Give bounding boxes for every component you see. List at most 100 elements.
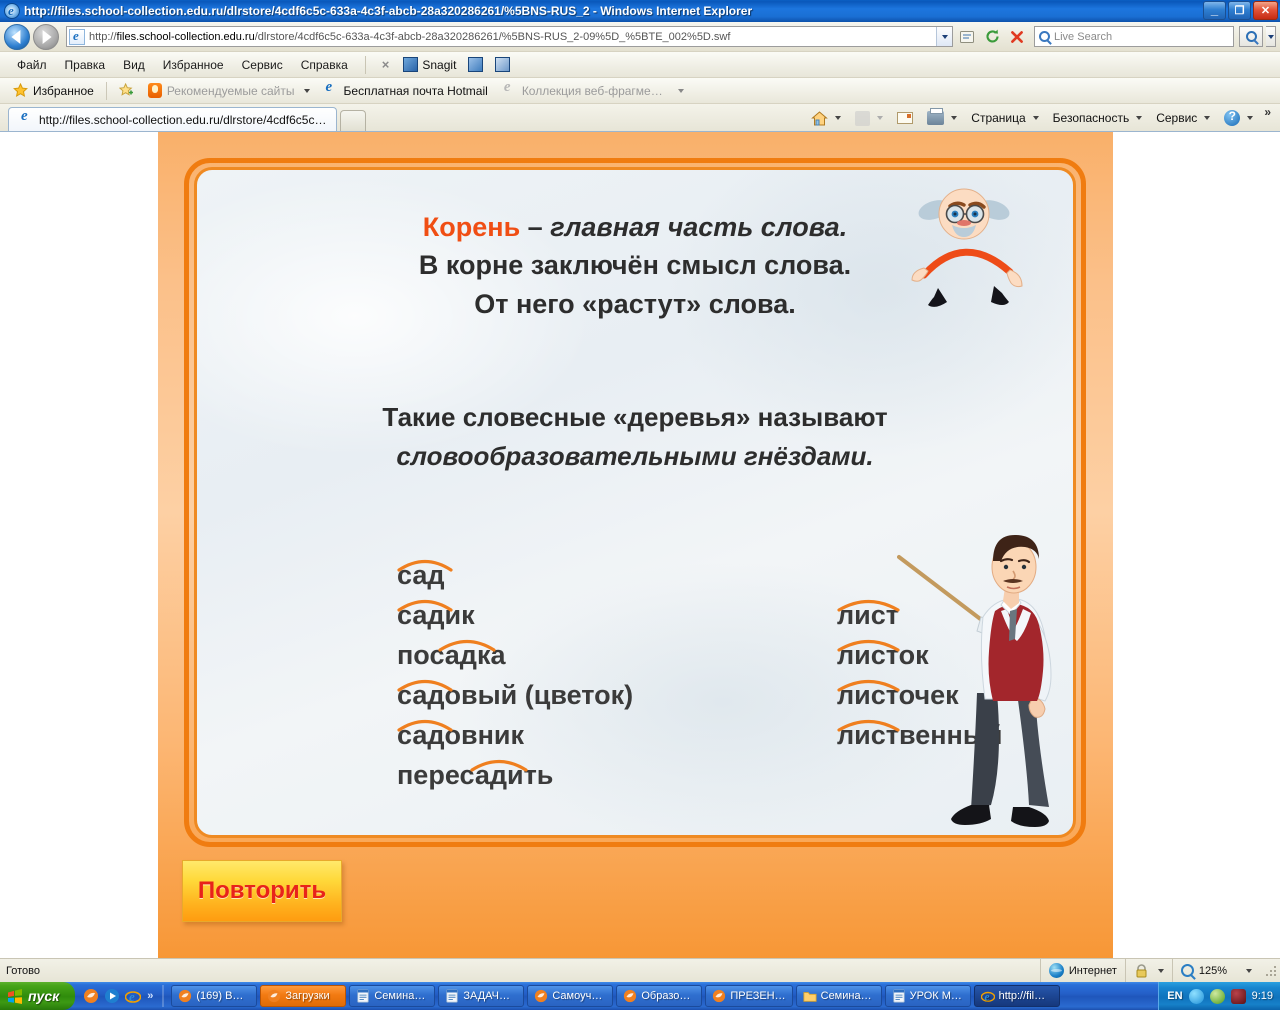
compat-icon bbox=[960, 30, 974, 43]
chevron-down-icon bbox=[835, 116, 842, 120]
add-to-favorites-bar-button[interactable] bbox=[112, 81, 141, 100]
taskbar-button[interactable]: Загрузки bbox=[260, 985, 347, 1007]
menu-item-help[interactable]: Справка bbox=[292, 55, 357, 75]
favorites-item-hotmail[interactable]: Бесплатная почта Hotmail bbox=[317, 79, 495, 100]
tab-label: http://files.school-collection.edu.ru/dl… bbox=[39, 112, 327, 127]
taskbar-button[interactable]: Семина… bbox=[795, 985, 882, 1007]
menu-item-tools[interactable]: Сервис bbox=[233, 55, 292, 75]
safety-menu-button[interactable]: Безопасность bbox=[1047, 109, 1149, 127]
snagit-capture-icon bbox=[468, 57, 484, 72]
firefox-icon bbox=[534, 989, 548, 1003]
snagit-toolbar-button[interactable]: Snagit bbox=[397, 57, 462, 72]
rss-icon bbox=[855, 110, 871, 126]
taskbar-button-label: Семина… bbox=[374, 990, 426, 1002]
command-bar-overflow-button[interactable]: » bbox=[1261, 105, 1274, 119]
ie-icon[interactable]: e bbox=[124, 988, 142, 1004]
help-icon bbox=[1224, 109, 1241, 126]
search-box[interactable]: Live Search bbox=[1034, 26, 1234, 47]
tray-icon-3[interactable] bbox=[1230, 988, 1246, 1004]
tray-icon-1[interactable] bbox=[1188, 988, 1204, 1004]
chevron-down-icon bbox=[941, 34, 948, 39]
safety-menu-label: Безопасность bbox=[1052, 111, 1130, 125]
stop-icon bbox=[1011, 30, 1023, 43]
favorites-item-suggested-sites[interactable]: Рекомендуемые сайты bbox=[141, 81, 317, 100]
menu-item-view[interactable]: Вид bbox=[114, 55, 154, 75]
word-text: сад bbox=[397, 560, 445, 590]
firefox-icon[interactable] bbox=[83, 988, 99, 1004]
search-go-icon bbox=[1245, 31, 1257, 42]
ie-icon bbox=[324, 79, 339, 98]
word-text: садовник bbox=[397, 720, 525, 750]
taskbar-button[interactable]: Образо… bbox=[616, 985, 703, 1007]
forward-button[interactable] bbox=[33, 23, 59, 50]
taskbar-button-label: Загрузки bbox=[285, 990, 330, 1002]
page-menu-button[interactable]: Страница bbox=[965, 109, 1044, 127]
media-player-icon[interactable] bbox=[104, 988, 120, 1004]
security-zone[interactable]: Интернет bbox=[1039, 959, 1125, 982]
favorites-button[interactable]: Избранное bbox=[6, 81, 101, 100]
ie-icon bbox=[502, 79, 517, 98]
word-text: лист bbox=[837, 600, 899, 630]
snagit-options-icon bbox=[495, 57, 511, 72]
snagit-capture-button[interactable] bbox=[462, 57, 489, 72]
zoom-level[interactable]: 125% bbox=[1171, 959, 1260, 982]
forward-arrow-icon bbox=[42, 29, 52, 44]
menu-item-favorites[interactable]: Избранное bbox=[154, 55, 233, 75]
favorites-divider bbox=[105, 81, 107, 100]
snagit-options-button[interactable] bbox=[489, 57, 516, 72]
back-button[interactable] bbox=[4, 23, 30, 50]
minimize-button[interactable]: _ bbox=[1203, 1, 1226, 20]
zoom-icon bbox=[1180, 964, 1194, 977]
search-options-button[interactable] bbox=[1266, 26, 1276, 47]
taskbar-button[interactable]: Семина… bbox=[349, 985, 436, 1007]
language-indicator[interactable]: EN bbox=[1167, 990, 1182, 1002]
quick-launch-bar: e » bbox=[75, 982, 158, 1010]
snagit-label: Snagit bbox=[422, 57, 457, 72]
refresh-button[interactable] bbox=[981, 26, 1003, 48]
quick-launch-overflow-button[interactable]: » bbox=[147, 990, 153, 1002]
word-text: пересадить bbox=[397, 760, 554, 790]
taskbar-button[interactable]: (169) В… bbox=[171, 985, 258, 1007]
compatibility-view-button[interactable] bbox=[956, 26, 978, 48]
resize-grip[interactable] bbox=[1264, 964, 1278, 978]
snagit-icon bbox=[403, 57, 419, 72]
word-entry: садик bbox=[397, 595, 633, 635]
taskbar-button[interactable]: e http://fil… bbox=[973, 985, 1060, 1007]
stop-button[interactable] bbox=[1006, 26, 1028, 48]
lesson-para2-line-2: словообразовательными гнёздами. bbox=[396, 441, 874, 471]
menu-item-file[interactable]: Файл bbox=[8, 55, 56, 75]
favorites-item-web-slice-gallery[interactable]: Коллекция веб-фрагме… bbox=[495, 79, 691, 100]
new-tab-button[interactable] bbox=[340, 110, 367, 131]
lightbulb-icon bbox=[147, 83, 162, 98]
taskbar-button[interactable]: УРОК М… bbox=[884, 985, 971, 1007]
close-addon-bar-button[interactable]: × bbox=[374, 57, 398, 72]
tools-menu-button[interactable]: Сервис bbox=[1150, 109, 1216, 127]
feeds-button[interactable] bbox=[849, 109, 889, 128]
address-dropdown-button[interactable] bbox=[936, 27, 952, 46]
mail-icon bbox=[897, 112, 914, 124]
chevron-down-icon bbox=[1204, 116, 1211, 120]
taskbar-button[interactable]: Самоуч… bbox=[527, 985, 614, 1007]
tab-current-page[interactable]: http://files.school-collection.edu.ru/dl… bbox=[8, 107, 338, 131]
taskbar-button[interactable]: ПРЕЗЕН… bbox=[705, 985, 793, 1007]
taskbar-button-label: ПРЕЗЕН… bbox=[730, 990, 786, 1002]
tray-icon-2[interactable] bbox=[1209, 988, 1225, 1004]
restore-button[interactable]: ❐ bbox=[1228, 1, 1251, 20]
help-menu-button[interactable] bbox=[1218, 108, 1259, 128]
repeat-button[interactable]: Повторить bbox=[182, 860, 342, 922]
clock[interactable]: 9:19 bbox=[1252, 990, 1273, 1002]
print-button[interactable] bbox=[921, 108, 963, 127]
security-zone-label: Интернет bbox=[1068, 964, 1117, 977]
protected-mode-indicator[interactable] bbox=[1124, 959, 1172, 982]
zoom-label: 125% bbox=[1198, 964, 1227, 977]
read-mail-button[interactable] bbox=[891, 110, 919, 126]
chevron-down-icon bbox=[1032, 116, 1039, 120]
search-go-button[interactable] bbox=[1239, 26, 1263, 47]
menu-item-edit[interactable]: Правка bbox=[56, 55, 115, 75]
word-entry: садовый (цветок) bbox=[397, 675, 633, 715]
taskbar-button[interactable]: ЗАДАЧ… bbox=[438, 985, 525, 1007]
home-button[interactable] bbox=[805, 109, 847, 128]
close-button[interactable]: ✕ bbox=[1253, 1, 1278, 20]
address-bar[interactable]: http://files.school-collection.edu.ru/dl… bbox=[66, 26, 953, 47]
start-button[interactable]: пуск bbox=[0, 982, 76, 1010]
